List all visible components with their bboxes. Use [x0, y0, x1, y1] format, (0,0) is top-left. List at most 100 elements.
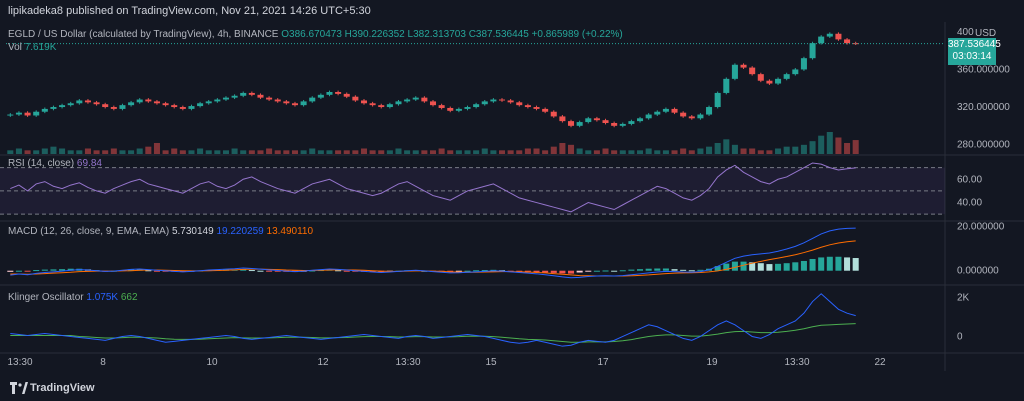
volume-bar [395, 148, 402, 154]
candle-body [50, 107, 57, 109]
candle-body [559, 116, 566, 122]
volume-bar [369, 150, 376, 154]
macd-legend: MACD (12, 26, close, 9, EMA, EMA) 5.7301… [8, 226, 313, 237]
macd-histogram-bar [248, 270, 255, 272]
low-value: L382.313703 [407, 29, 466, 40]
volume-bar [731, 144, 738, 154]
macd-histogram-bar [826, 256, 833, 271]
volume-bar [93, 150, 100, 154]
macd-histogram-bar [533, 270, 540, 273]
volume-bar [757, 150, 764, 154]
volume-bar [498, 150, 506, 154]
macd-histogram-bar [757, 263, 764, 271]
macd-histogram-bar [775, 263, 782, 271]
macd-histogram-bar [835, 256, 842, 271]
volume-bar [59, 148, 66, 154]
macd-histogram-bar [343, 270, 350, 272]
candle-body [240, 92, 247, 96]
volume-bar [533, 148, 540, 154]
candle-body [378, 105, 385, 108]
macd-hist-value: 5.730149 [171, 226, 214, 237]
candle-body [568, 121, 575, 126]
volume-bar [283, 150, 290, 154]
volume-legend: Vol 7.619K [8, 42, 56, 53]
volume-bar [188, 150, 195, 154]
candle-body [67, 103, 74, 106]
macd-histogram-bar [688, 270, 695, 272]
volume-bar [688, 150, 695, 154]
candle-body [645, 114, 652, 119]
price-tick-label: 320.000000 [957, 102, 1010, 113]
macd-histogram-bar [637, 269, 644, 271]
candle-body [775, 78, 782, 84]
volume-bar [274, 150, 281, 154]
rsi-legend: RSI (14, close) 69.84 [8, 158, 102, 169]
candle-body [222, 97, 229, 100]
candle-body [697, 114, 704, 119]
klinger-tick-label: 2K [957, 293, 970, 304]
volume-bar [317, 150, 324, 154]
volume-bar [662, 150, 669, 154]
volume-bar [153, 143, 160, 154]
volume-bar [706, 146, 713, 154]
candle-body [386, 104, 393, 108]
candle-body [464, 107, 471, 109]
volume-bar [524, 148, 531, 154]
candle-body [404, 99, 411, 102]
chart-svg[interactable]: 400360.000000320.000000280.000000USD60.0… [0, 22, 1024, 371]
volume-bar [231, 148, 238, 154]
volume-bar [421, 150, 428, 154]
candle-body [593, 118, 600, 121]
volume-bar [67, 150, 74, 154]
candle-body [24, 112, 31, 116]
candle-body [628, 121, 635, 124]
price-tick-label: 400 [957, 27, 974, 38]
macd-histogram-bar [576, 270, 583, 273]
candle-body [352, 96, 359, 101]
high-value: H390.226352 [344, 29, 405, 40]
candle-body [662, 108, 669, 112]
main-legend: EGLD / US Dollar (calculated by TradingV… [8, 29, 623, 40]
price-tick-label: 280.000000 [957, 140, 1010, 151]
volume-bar [749, 148, 756, 154]
macd-histogram-bar [809, 258, 816, 271]
klinger-signal-line [10, 323, 856, 343]
candle-body [136, 99, 143, 103]
volume-bar [24, 150, 31, 154]
volume-bar [516, 150, 523, 154]
candle-body [826, 33, 833, 37]
candle-body [438, 105, 445, 108]
candle-body [197, 103, 204, 107]
candle-body [749, 67, 756, 75]
volume-bar [404, 150, 411, 154]
macd-signal-line [10, 240, 856, 277]
candle-body [766, 80, 773, 84]
open-value: O386.670473 [281, 29, 342, 40]
volume-bar [852, 140, 859, 154]
candle-body [41, 108, 48, 112]
candle-body [611, 123, 618, 126]
chart-frame[interactable]: 400 360.000000 320.000000 280.000000 USD 60.0… [0, 22, 1024, 371]
macd-histogram-bar [766, 264, 773, 271]
candle-body [15, 112, 22, 115]
candle-body [637, 118, 644, 122]
candle-body [266, 97, 273, 100]
candle-body [59, 105, 66, 108]
candle-body [179, 107, 186, 109]
footer-brand[interactable]: TradingView [30, 382, 95, 394]
klinger-value: 1.075K [86, 292, 119, 303]
rsi-tick-label: 60.00 [957, 174, 982, 185]
volume-bar [559, 143, 566, 154]
macd-histogram-bar [662, 268, 669, 271]
footer: TradingView [0, 375, 1024, 401]
candle-body [421, 97, 428, 102]
macd-histogram-bar [628, 269, 635, 271]
candle-body [671, 108, 678, 113]
volume-bar [619, 150, 626, 154]
candle-body [809, 43, 816, 59]
volume-bar [378, 150, 385, 154]
candle-body [188, 106, 195, 109]
candle-body [153, 101, 160, 104]
candle-body [835, 33, 842, 40]
candle-body [326, 92, 333, 95]
